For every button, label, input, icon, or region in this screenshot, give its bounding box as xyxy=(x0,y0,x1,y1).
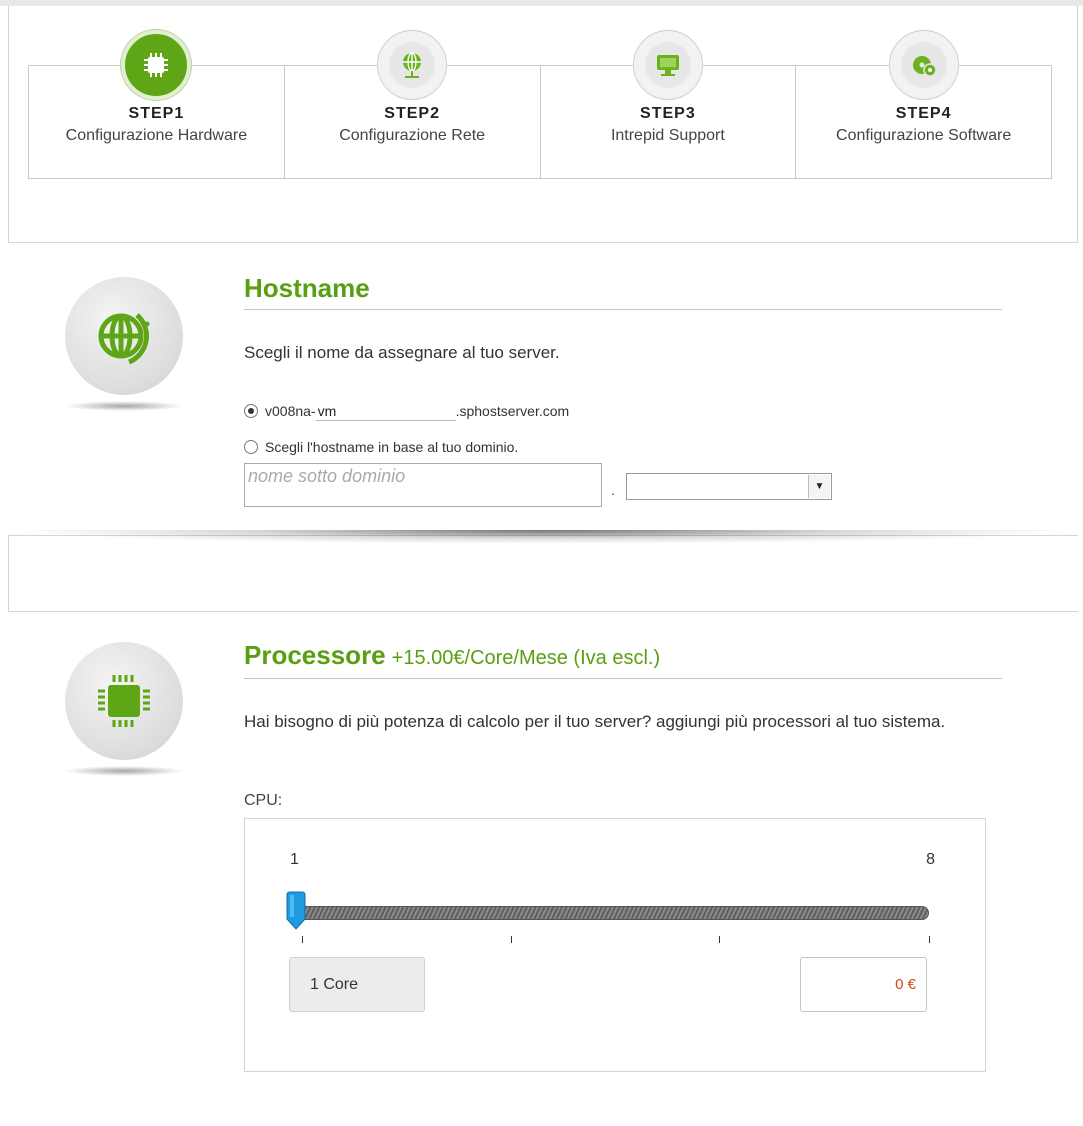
hostname-panel: Hostname Scegli il nome da assegnare al … xyxy=(8,242,1078,536)
hostname-section-badge xyxy=(65,277,183,395)
hostname-domain-radio[interactable] xyxy=(244,440,258,454)
subdomain-placeholder: nome sotto dominio xyxy=(248,466,406,486)
hostname-prefix: v008na- xyxy=(265,403,316,419)
globe-icon xyxy=(98,313,150,365)
hostname-option-domain: Scegli l'hostname in base al tuo dominio… xyxy=(244,439,518,455)
price-display: 0 € xyxy=(800,957,927,1012)
network-globe-icon xyxy=(403,52,422,78)
selected-cores-text: 1 Core xyxy=(310,976,359,993)
step-3[interactable]: STEP3 Intrepid Support xyxy=(541,30,797,178)
processor-title: Processore +15.00€/Core/Mese (Iva escl.) xyxy=(244,640,660,671)
slider-tick xyxy=(511,936,512,943)
slider-tick xyxy=(719,936,720,943)
hostname-title: Hostname xyxy=(244,273,370,303)
subdomain-input[interactable]: nome sotto dominio xyxy=(244,463,602,507)
cpu-slider-handle[interactable] xyxy=(285,891,307,931)
monitor-icon xyxy=(656,55,679,76)
cpu-chip-icon xyxy=(98,675,150,727)
step-1-number: STEP1 xyxy=(128,105,185,122)
software-disc-icon xyxy=(912,56,937,77)
step-2-badge xyxy=(377,30,448,100)
slider-tick xyxy=(929,936,930,943)
hostname-title-rule xyxy=(244,309,1002,310)
slider-max-label: 8 xyxy=(926,851,935,868)
top-strip xyxy=(0,0,1083,6)
processor-description: Hai bisogno di più potenza di calcolo pe… xyxy=(244,712,946,731)
step-2-number: STEP2 xyxy=(384,105,440,122)
hostname-input[interactable] xyxy=(315,401,456,421)
hostname-panel-shadow xyxy=(10,530,1076,544)
step-1-badge xyxy=(121,30,192,100)
cpu-slider-box: 1 8 1 Core 0 € xyxy=(244,818,986,1072)
processor-price-note: +15.00€/Core/Mese (Iva escl.) xyxy=(391,647,661,669)
processor-panel: Processore +15.00€/Core/Mese (Iva escl.) … xyxy=(8,611,1078,1126)
chip-icon xyxy=(144,53,169,77)
hostname-option-default: v008na- .sphostserver.com xyxy=(244,401,569,421)
hostname-description: Scegli il nome da assegnare al tuo serve… xyxy=(244,343,560,362)
processor-section-badge xyxy=(65,642,183,760)
domain-separator: . xyxy=(611,482,615,498)
step-1-label: Configurazione Hardware xyxy=(65,127,248,144)
cpu-label: CPU: xyxy=(244,792,283,809)
step-2[interactable]: STEP2 Configurazione Rete xyxy=(285,30,541,178)
step-3-number: STEP3 xyxy=(640,105,696,122)
processor-title-rule xyxy=(244,678,1002,679)
step-4[interactable]: STEP4 Configurazione Software xyxy=(796,30,1051,178)
step-4-number: STEP4 xyxy=(895,105,952,122)
step-4-badge xyxy=(888,30,959,100)
processor-title-text: Processore xyxy=(244,640,386,670)
step-4-label: Configurazione Software xyxy=(836,127,1012,144)
hostname-suffix: .sphostserver.com xyxy=(455,403,570,419)
step-3-badge xyxy=(632,30,703,100)
hostname-badge-shadow xyxy=(64,401,184,411)
step-1[interactable]: STEP1 Configurazione Hardware xyxy=(29,30,285,178)
steps-wizard: STEP1 Configurazione Hardware STEP2 Conf… xyxy=(28,30,1052,179)
hostname-domain-label: Scegli l'hostname in base al tuo dominio… xyxy=(265,439,519,455)
chevron-down-icon[interactable]: ▼ xyxy=(808,475,830,498)
step-2-label: Configurazione Rete xyxy=(339,127,486,144)
processor-badge-shadow xyxy=(64,766,184,776)
selected-cores-display: 1 Core xyxy=(289,957,425,1012)
price-text: 0 € xyxy=(895,976,916,993)
domain-select[interactable]: ▼ xyxy=(626,473,832,500)
slider-min-label: 1 xyxy=(290,851,299,868)
hostname-default-radio[interactable] xyxy=(244,404,258,418)
step-3-label: Intrepid Support xyxy=(610,127,725,144)
cpu-slider-track[interactable] xyxy=(293,906,929,920)
slider-tick xyxy=(302,936,303,943)
